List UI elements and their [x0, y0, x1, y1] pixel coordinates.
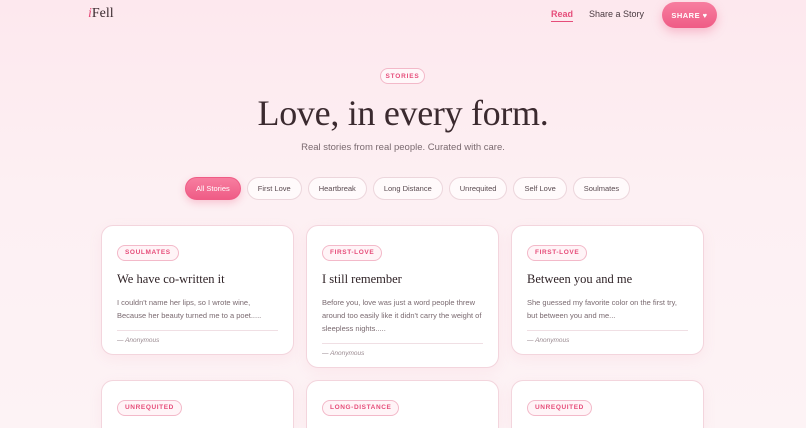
card-divider	[322, 343, 483, 344]
filter-chip-first-love[interactable]: First Love	[246, 177, 302, 200]
site-logo[interactable]: iFell	[88, 6, 114, 22]
story-excerpt: Before you, love was just a word people …	[322, 298, 482, 333]
card-divider	[117, 330, 278, 331]
story-card[interactable]: UNREQUITED	[511, 380, 704, 428]
nav-share-story-link[interactable]: Share a Story	[589, 9, 644, 19]
story-card[interactable]: LONG-DISTANCE	[306, 380, 499, 428]
logo-text: Fell	[91, 6, 114, 21]
story-author: — Anonymous	[527, 337, 570, 344]
site-header: iFell Read Share a Story SHARE ♥	[0, 0, 806, 30]
story-tag: SOULMATES	[117, 245, 179, 261]
filter-chip-unrequited[interactable]: Unrequited	[448, 177, 508, 200]
story-author: — Anonymous	[117, 337, 160, 344]
page-title: Love, in every form.	[257, 93, 549, 133]
story-tag: FIRST-LOVE	[527, 245, 588, 261]
share-button[interactable]: SHARE ♥	[662, 2, 717, 28]
story-title: We have co-written it	[117, 272, 225, 286]
nav-read-link[interactable]: Read	[551, 9, 574, 22]
story-excerpt: She guessed my favorite color on the fir…	[527, 298, 677, 320]
story-card[interactable]: FIRST-LOVE Between you and me She guesse…	[511, 225, 704, 355]
filter-chip-long-distance[interactable]: Long Distance	[372, 177, 443, 200]
story-card[interactable]: SOULMATES We have co-written it I couldn…	[101, 225, 294, 355]
stories-eyebrow-badge: STORIES	[380, 68, 425, 84]
story-tag: UNREQUITED	[527, 400, 592, 416]
page-subtitle: Real stories from real people. Curated w…	[301, 142, 505, 153]
story-title: I still remember	[322, 272, 402, 286]
story-tag: UNREQUITED	[117, 400, 182, 416]
story-title: Between you and me	[527, 272, 633, 286]
story-tag: FIRST-LOVE	[322, 245, 383, 261]
filter-chip-all-stories[interactable]: All Stories	[185, 177, 241, 200]
card-divider	[527, 330, 688, 331]
filter-bar: All Stories First Love Heartbreak Long D…	[185, 177, 631, 200]
story-card[interactable]: FIRST-LOVE I still remember Before you, …	[306, 225, 499, 368]
filter-chip-self-love[interactable]: Self Love	[513, 177, 567, 200]
story-tag: LONG-DISTANCE	[322, 400, 400, 416]
filter-chip-soulmates[interactable]: Soulmates	[572, 177, 631, 200]
story-card[interactable]: UNREQUITED	[101, 380, 294, 428]
story-author: — Anonymous	[322, 350, 365, 357]
filter-chip-heartbreak[interactable]: Heartbreak	[307, 177, 367, 200]
story-excerpt: I couldn't name her lips, so I wrote win…	[117, 298, 262, 320]
